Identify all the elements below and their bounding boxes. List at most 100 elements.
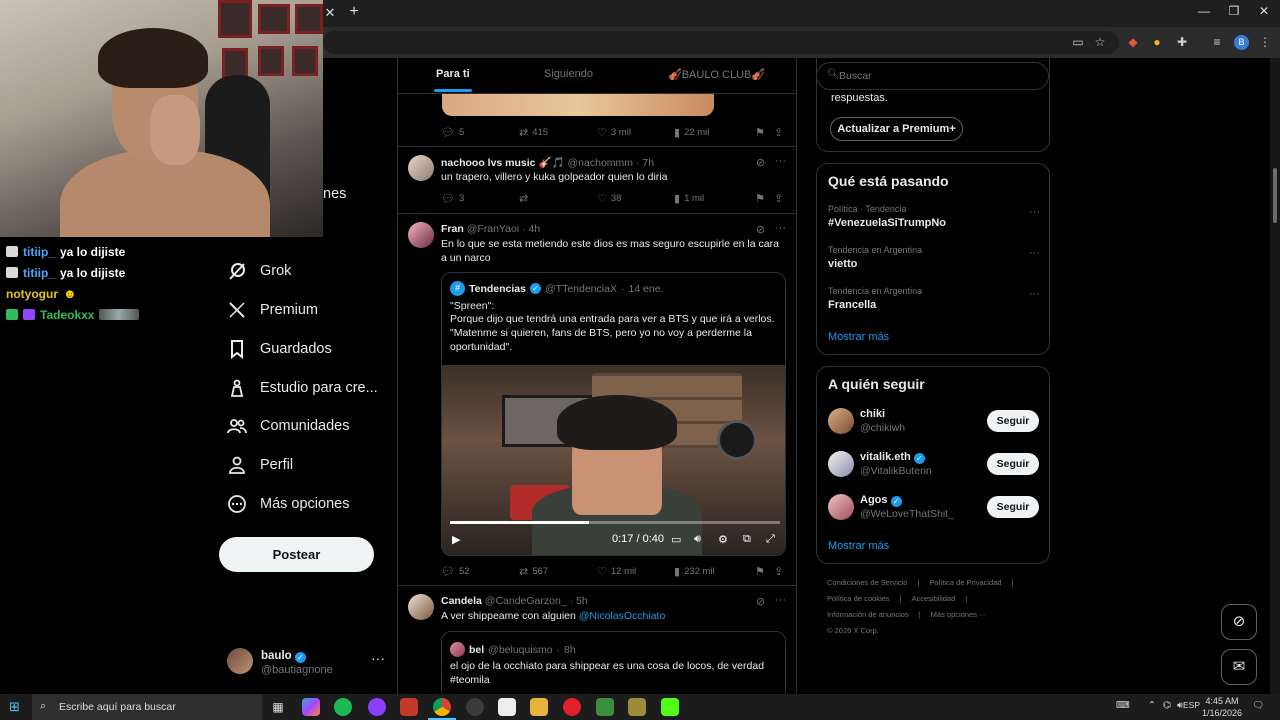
- follow-show-more-link[interactable]: Mostrar más: [828, 540, 889, 552]
- app-icon[interactable]: [596, 698, 614, 716]
- share-button[interactable]: ⇪: [774, 192, 783, 205]
- task-view-icon[interactable]: ▦: [269, 698, 287, 716]
- volume-icon[interactable]: 🔊︎: [694, 533, 701, 546]
- follow-button[interactable]: Seguir: [987, 453, 1039, 475]
- follow-button[interactable]: Seguir: [987, 410, 1039, 432]
- app-icon[interactable]: [628, 698, 646, 716]
- footer-more-link[interactable]: Más opciones ···: [931, 610, 987, 619]
- avatar[interactable]: [408, 222, 434, 248]
- taskbar-search[interactable]: ⌕ Escribe aquí para buscar: [32, 694, 262, 720]
- bookmark-button[interactable]: ⚑: [755, 565, 765, 578]
- share-button[interactable]: ⇪: [774, 565, 783, 578]
- play-icon[interactable]: ▶: [452, 533, 460, 546]
- opera-app-icon[interactable]: [563, 698, 581, 716]
- language-indicator[interactable]: ESP: [1183, 700, 1200, 710]
- window-close-icon[interactable]: ✕: [1254, 4, 1274, 18]
- messages-floating-button[interactable]: ✉: [1221, 649, 1257, 685]
- spotify-app-icon[interactable]: [334, 698, 352, 716]
- follow-name[interactable]: chiki: [860, 408, 885, 420]
- more-icon[interactable]: ···: [775, 594, 786, 606]
- nav-item-more-options[interactable]: Más opciones: [227, 489, 349, 519]
- repost-button[interactable]: ⇄ 567: [519, 565, 548, 578]
- more-options-icon[interactable]: ···: [1029, 288, 1040, 300]
- trend-item[interactable]: Política · Tendencia #VenezuelaSiTrumpNo…: [828, 204, 1040, 229]
- grok-explain-icon[interactable]: ⊘: [756, 595, 765, 608]
- settings-gear-icon[interactable]: ⚙: [718, 533, 728, 546]
- chrome-app-icon[interactable]: [433, 698, 451, 716]
- grok-floating-button[interactable]: ⊘: [1221, 604, 1257, 640]
- restore-icon[interactable]: ❐: [1224, 4, 1244, 18]
- follow-button[interactable]: Seguir: [987, 496, 1039, 518]
- kick-app-icon[interactable]: [661, 698, 679, 716]
- video-player[interactable]: ▶ 0:17 / 0:40 ▭ 🔊︎ ⚙ ⧉ ⤢: [442, 365, 785, 555]
- trend-item[interactable]: Tendencia en Argentina vietto ···: [828, 245, 1040, 270]
- video-progress-bar[interactable]: [450, 521, 780, 524]
- extension-fox-icon[interactable]: ◆: [1125, 34, 1141, 50]
- reading-list-icon[interactable]: ≡: [1209, 34, 1225, 50]
- follow-suggestion[interactable]: chiki @chikiwh Seguir: [828, 408, 1040, 438]
- mention-link[interactable]: @NicolasOcchiato: [579, 610, 666, 622]
- app-icon[interactable]: [498, 698, 516, 716]
- close-tab-icon[interactable]: ✕: [322, 5, 338, 21]
- quoted-tweet[interactable]: bel @beluquismo · 8h el ojo de la occhia…: [441, 631, 786, 694]
- like-button[interactable]: ♡ 38: [597, 192, 621, 205]
- tweet[interactable]: nachooo lvs music 🎸🎵 @nachommm · 7h ⊘ ··…: [398, 147, 796, 213]
- follow-name[interactable]: vitalik.eth ✓: [860, 451, 925, 464]
- new-tab-icon[interactable]: +: [346, 4, 362, 20]
- windows-start-icon[interactable]: ⊞: [9, 700, 23, 714]
- more-options-icon[interactable]: ···: [1029, 247, 1040, 259]
- follow-suggestion[interactable]: Agos ✓ @WeLoveThatShit_ Seguir: [828, 494, 1040, 524]
- quoted-tweet[interactable]: # Tendencias ✓ @TTendenciaX · 14 ene. "S…: [441, 272, 786, 556]
- views-button[interactable]: ▮ 22 mil: [674, 126, 709, 139]
- avatar[interactable]: [408, 594, 434, 620]
- nav-item-profile[interactable]: Perfil: [227, 450, 293, 480]
- author-handle[interactable]: @CandeGarzon_: [485, 595, 567, 607]
- like-button[interactable]: ♡ 12 mil: [597, 565, 636, 578]
- account-more-icon[interactable]: ···: [371, 650, 385, 666]
- follow-suggestion[interactable]: vitalik.eth ✓ @VitalikButerin Seguir: [828, 451, 1040, 481]
- nav-item-premium[interactable]: Premium: [227, 295, 318, 325]
- address-bar[interactable]: [323, 31, 1119, 54]
- terms-link[interactable]: Condiciones de Servicio: [827, 578, 907, 587]
- author-name[interactable]: nachooo lvs music 🎸🎵: [441, 157, 565, 169]
- nav-item-creator-studio[interactable]: Estudio para cre...: [227, 373, 378, 403]
- more-icon[interactable]: ···: [775, 155, 786, 167]
- author-handle[interactable]: @FranYaoi: [467, 223, 520, 235]
- more-options-icon[interactable]: ···: [1029, 206, 1040, 218]
- reply-button[interactable]: 💬︎ 5: [441, 126, 464, 139]
- nav-item-partial-label[interactable]: nes: [323, 186, 346, 202]
- taskbar-clock[interactable]: 4:45 AM 1/16/2026: [1199, 695, 1245, 719]
- browser-menu-icon[interactable]: ⋮: [1257, 34, 1273, 50]
- fullscreen-icon[interactable]: ⤢: [766, 533, 775, 546]
- extensions-puzzle-icon[interactable]: ✚: [1174, 34, 1190, 50]
- cookies-link[interactable]: Política de cookies: [827, 594, 890, 603]
- extension-color-icon[interactable]: ●: [1149, 34, 1165, 50]
- bookmark-star-icon[interactable]: ☆: [1092, 34, 1108, 50]
- avatar[interactable]: [828, 408, 854, 434]
- author-name[interactable]: Candela: [441, 595, 482, 607]
- network-icon[interactable]: ⌬: [1163, 700, 1171, 711]
- page-scrollbar-thumb[interactable]: [1273, 168, 1277, 223]
- tweet-time[interactable]: 4h: [529, 223, 541, 235]
- nav-item-grok[interactable]: Grok: [227, 256, 291, 286]
- pip-icon[interactable]: ⧉: [743, 533, 751, 546]
- avatar[interactable]: [828, 451, 854, 477]
- views-button[interactable]: ▮ 1 mil: [674, 192, 704, 205]
- app-icon[interactable]: [368, 698, 386, 716]
- notifications-icon[interactable]: 🗨︎: [1252, 700, 1264, 711]
- cast-icon[interactable]: ▭: [1070, 34, 1086, 50]
- bookmark-button[interactable]: ⚑: [755, 126, 765, 139]
- repost-button[interactable]: ⇄: [519, 192, 532, 205]
- follow-name[interactable]: Agos ✓: [860, 494, 902, 507]
- reply-button[interactable]: 💬︎ 52: [441, 565, 470, 578]
- avatar[interactable]: [408, 155, 434, 181]
- post-button[interactable]: Postear: [219, 537, 374, 572]
- previous-post-media[interactable]: [442, 94, 714, 116]
- minimize-icon[interactable]: —: [1194, 4, 1214, 18]
- account-switcher[interactable]: baulo ✓ @bautiagnone ···: [227, 648, 387, 678]
- app-icon[interactable]: [466, 698, 484, 716]
- avatar[interactable]: [828, 494, 854, 520]
- page-scrollbar[interactable]: [1270, 58, 1280, 694]
- author-handle[interactable]: @nachommm: [568, 157, 634, 169]
- captions-icon[interactable]: ▭: [671, 533, 681, 546]
